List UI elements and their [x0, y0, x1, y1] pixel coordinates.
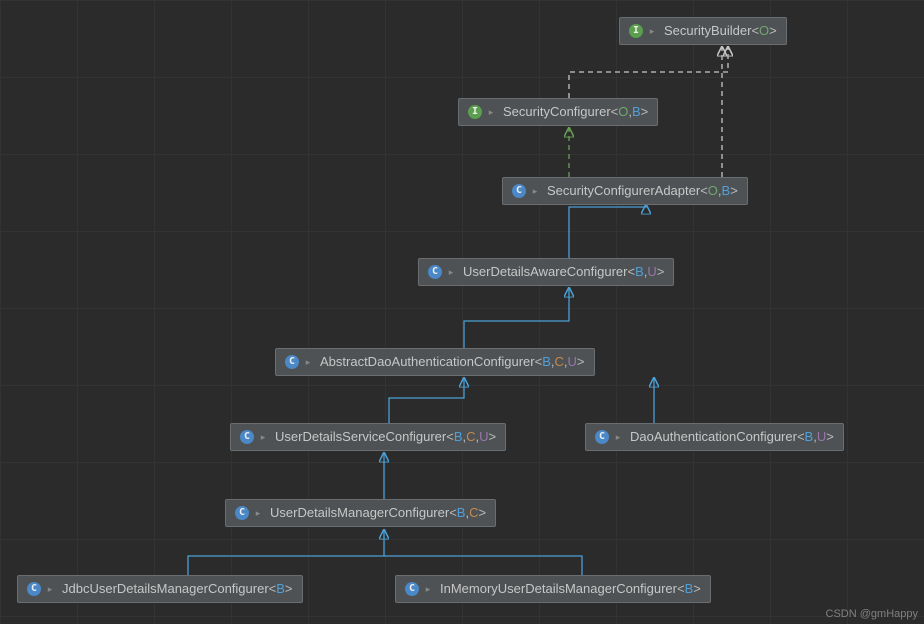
class-icon: C: [27, 582, 41, 596]
modifier-icon: ▸: [253, 508, 263, 518]
class-icon: C: [240, 430, 254, 444]
modifier-icon: ▸: [647, 26, 657, 36]
abstract-class-icon: C: [285, 355, 299, 369]
node-in-memory-configurer[interactable]: C ▸ InMemoryUserDetailsManagerConfigurer…: [395, 575, 711, 603]
class-name: UserDetailsServiceConfigurer: [275, 428, 446, 446]
node-user-details-manager-configurer[interactable]: C ▸ UserDetailsManagerConfigurer <B, C>: [225, 499, 496, 527]
diagram-canvas[interactable]: I ▸ SecurityBuilder <O> I ▸ SecurityConf…: [0, 0, 924, 624]
interface-icon: I: [468, 105, 482, 119]
class-name: JdbcUserDetailsManagerConfigurer: [62, 580, 269, 598]
class-name: SecurityConfigurer: [503, 103, 611, 121]
modifier-icon: ▸: [45, 584, 55, 594]
node-security-configurer-adapter[interactable]: C ▸ SecurityConfigurerAdapter <O, B>: [502, 177, 748, 205]
watermark: CSDN @gmHappy: [826, 608, 918, 620]
interface-icon: I: [629, 24, 643, 38]
class-name: SecurityBuilder: [664, 22, 751, 40]
node-user-details-service-configurer[interactable]: C ▸ UserDetailsServiceConfigurer <B, C, …: [230, 423, 506, 451]
modifier-icon: ▸: [423, 584, 433, 594]
class-name: InMemoryUserDetailsManagerConfigurer: [440, 580, 677, 598]
class-name: DaoAuthenticationConfigurer: [630, 428, 797, 446]
class-icon: C: [405, 582, 419, 596]
node-dao-authentication-configurer[interactable]: C ▸ DaoAuthenticationConfigurer <B, U>: [585, 423, 844, 451]
modifier-icon: ▸: [258, 432, 268, 442]
node-security-builder[interactable]: I ▸ SecurityBuilder <O>: [619, 17, 787, 45]
modifier-icon: ▸: [613, 432, 623, 442]
class-name: AbstractDaoAuthenticationConfigurer: [320, 353, 535, 371]
node-abstract-dao-auth-configurer[interactable]: C ▸ AbstractDaoAuthenticationConfigurer …: [275, 348, 595, 376]
class-icon: C: [235, 506, 249, 520]
class-icon: C: [595, 430, 609, 444]
class-name: SecurityConfigurerAdapter: [547, 182, 700, 200]
abstract-class-icon: C: [428, 265, 442, 279]
modifier-icon: ▸: [530, 186, 540, 196]
class-name: UserDetailsAwareConfigurer: [463, 263, 628, 281]
modifier-icon: ▸: [446, 267, 456, 277]
modifier-icon: ▸: [303, 357, 313, 367]
node-security-configurer[interactable]: I ▸ SecurityConfigurer <O, B>: [458, 98, 658, 126]
abstract-class-icon: C: [512, 184, 526, 198]
connector-lines: [0, 0, 924, 624]
class-name: UserDetailsManagerConfigurer: [270, 504, 449, 522]
node-jdbc-configurer[interactable]: C ▸ JdbcUserDetailsManagerConfigurer <B>: [17, 575, 303, 603]
node-user-details-aware-configurer[interactable]: C ▸ UserDetailsAwareConfigurer <B, U>: [418, 258, 674, 286]
modifier-icon: ▸: [486, 107, 496, 117]
